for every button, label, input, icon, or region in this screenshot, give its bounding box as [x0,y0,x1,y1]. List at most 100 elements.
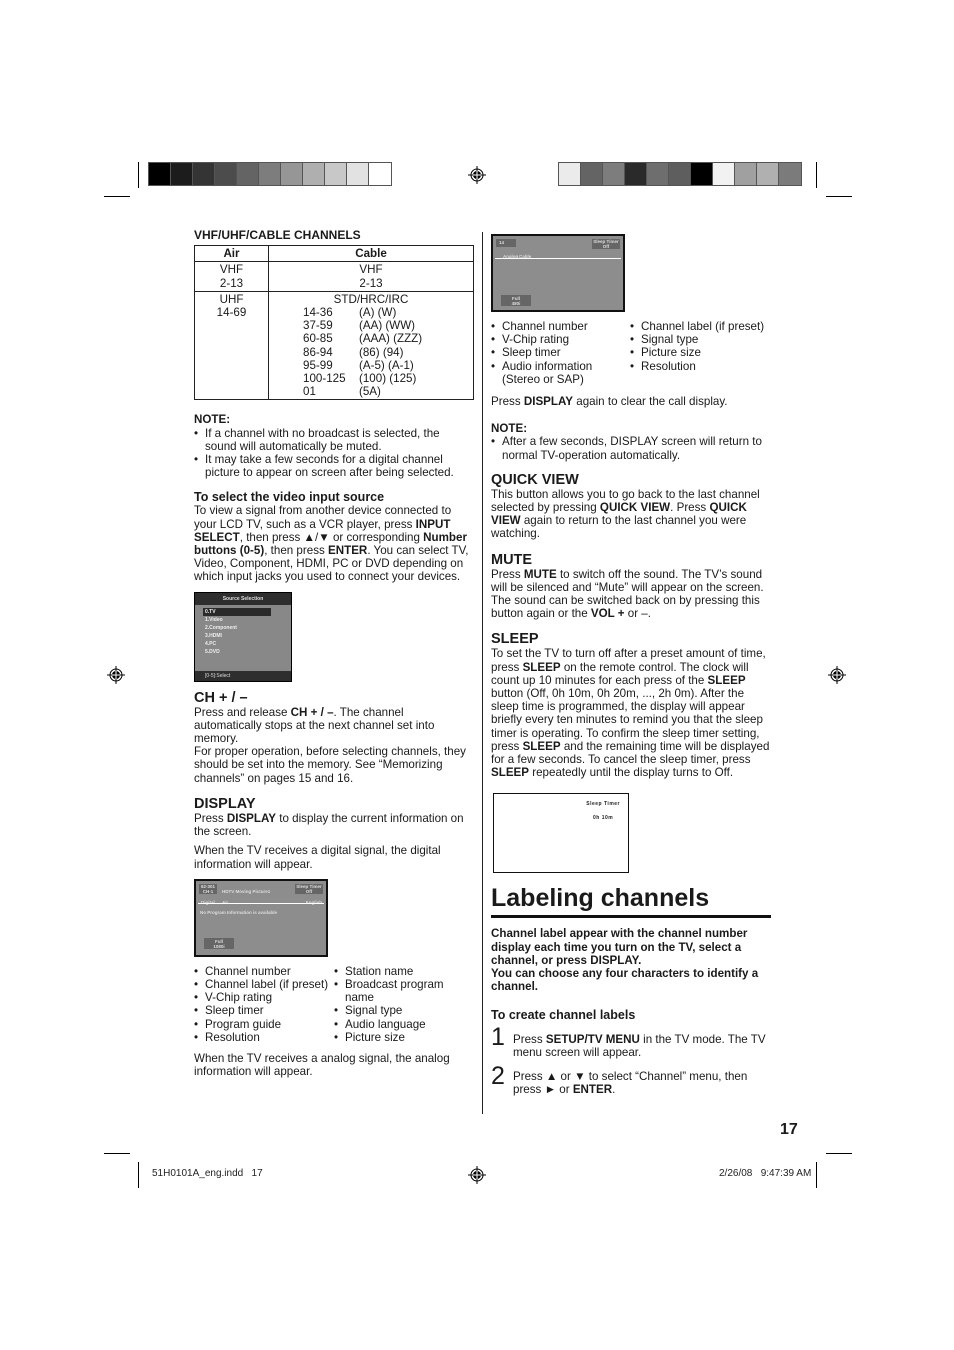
ch-title: CH + / – [194,689,248,706]
channel-range: 100-125 [303,372,346,386]
channel-designation: (5A) [359,385,381,399]
color-swatch [237,163,259,185]
list-item: Channel number [194,965,334,978]
list-item: Picture size [630,346,773,359]
channel-range: 01 [303,385,316,399]
source-option: 5.DVD [205,648,220,655]
air-cell: VHF 2-13 [194,261,269,292]
channel-range: 37-59 [303,319,333,333]
digital-info-screen: 62-301 CH-1 HDTV Moving Picture1 Sleep Ti… [194,878,328,957]
ch-body: Press and release CH + / –. The channel … [194,705,435,746]
note-list: After a few seconds, DISPLAY screen will… [491,435,773,461]
channel-box: 62-301 CH-1 [199,883,217,894]
color-swatch [625,163,647,185]
step-item: 1 Press SETUP/TV MENU in the TV mode. Th… [491,1022,773,1059]
crop-mark [138,162,139,188]
color-swatch [215,163,237,185]
channel-designation: (100) (125) [359,372,417,386]
color-swatch [369,163,391,185]
band-range: 2-13 [359,276,383,290]
channel-designation: (86) (94) [359,345,404,359]
channel-range: 86-94 [303,345,333,359]
video-input-title: To select the video input source [194,490,385,505]
crop-mark [826,1153,852,1154]
color-swatch [303,163,325,185]
crop-mark [816,162,817,188]
quick-view-body: This button allows you to go back to the… [491,487,760,541]
color-swatch [259,163,281,185]
note-item: It may take a few seconds for a digital … [194,453,474,479]
sleep-title: SLEEP [491,631,539,648]
list-item: Signal type [334,1004,474,1017]
source-option: 1.Video [205,616,223,623]
list-item: Sleep timer [491,346,630,359]
color-swatch [325,163,347,185]
color-swatch [735,163,757,185]
channel-range: 14-36 [303,306,333,320]
color-swatch [603,163,625,185]
video-input-body: To view a signal from another device con… [194,504,469,584]
sleep-timer-label: Sleep Timer 0h 10m [586,801,620,821]
source-option: 4.PC [205,640,217,647]
left-column: VHF/UHF/CABLE CHANNELS Air Cable VHF 2-13… [194,228,474,1079]
divider-line [198,902,324,904]
color-swatch [581,163,603,185]
sleep-box: Sleep Timer Off [592,239,620,249]
color-bar-right [558,162,802,186]
picture-box: Full 480i [501,295,531,306]
source-option: 0.TV [203,607,271,616]
step-number: 1 [491,1022,505,1051]
channel-range: 95-99 [303,358,333,372]
crop-mark [826,196,852,197]
signal-type: Analog [503,254,519,259]
program-info: No Program Information is available [200,909,278,915]
note-title: NOTE: [194,413,231,427]
digital-info-list: Channel numberChannel label (if preset)V… [194,965,474,1044]
signal-source: Cable [519,254,532,259]
color-swatch [691,163,713,185]
create-labels-title: To create channel labels [491,1007,636,1022]
analog-list-col2: Channel label (if preset)Signal typePict… [630,320,773,386]
mute-body: Press MUTE to switch off the sound. The … [491,567,764,621]
channel-box: 14 [496,239,516,247]
channel-designation: (AAA) (ZZZ) [359,332,423,346]
color-swatch [713,163,735,185]
labeling-title: Labeling channels [491,883,771,919]
color-swatch [669,163,691,185]
mute-title: MUTE [491,551,533,568]
step-text: Press SETUP/TV MENU in the TV mode. The … [513,1032,766,1059]
color-swatch [281,163,303,185]
list-item: Audio language [334,1018,474,1031]
step-number: 2 [491,1061,505,1090]
band-label: VHF [359,263,383,277]
display-body-2: When the TV receives a digital signal, t… [194,844,441,871]
column-divider [482,232,483,1114]
display-title: DISPLAY [194,795,256,812]
crop-mark [138,1162,139,1188]
color-swatch [757,163,779,185]
list-item: Resolution [194,1031,334,1044]
cable-cell: STD/HRC/IRC 14-36 (A) (W) 37-59 (AA) (WW) 60… [268,290,474,401]
color-swatch [149,163,171,185]
source-option: 3.HDMI [205,632,222,639]
analog-info-list: Channel numberV-Chip ratingSleep timerAu… [491,320,773,386]
digital-list-col1: Channel numberChannel label (if preset)V… [194,965,334,1044]
note-list: If a channel with no broadcast is select… [194,427,474,480]
table-row: UHF 14-69 STD/HRC/IRC 14-36 (A) (W) 37-59 (A… [194,290,474,401]
list-item: Channel label (if preset) [194,978,334,991]
ch-body-2: For proper operation, before selecting c… [194,745,466,785]
list-item: Resolution [630,360,773,373]
display-clear-text: Press DISPLAY again to clear the call di… [491,395,728,409]
table-row: VHF 2-13 VHF 2-13 [194,261,474,292]
list-item: Audio information (Stereo or SAP) [491,360,630,386]
picture-box: Full 1080i [204,937,234,949]
registration-mark-icon [107,666,125,684]
analog-intro: When the TV receives a analog signal, th… [194,1051,450,1079]
display-body: Press DISPLAY to display the current inf… [194,811,464,839]
slug-filename: 51H0101A_eng.indd 17 [152,1168,263,1179]
registration-mark-icon [468,166,486,184]
color-swatch [171,163,193,185]
screen-header: Source Selection [195,592,291,605]
list-item: Signal type [630,333,773,346]
digital-list-col2: Station nameBroadcast program nameSignal… [334,965,474,1044]
